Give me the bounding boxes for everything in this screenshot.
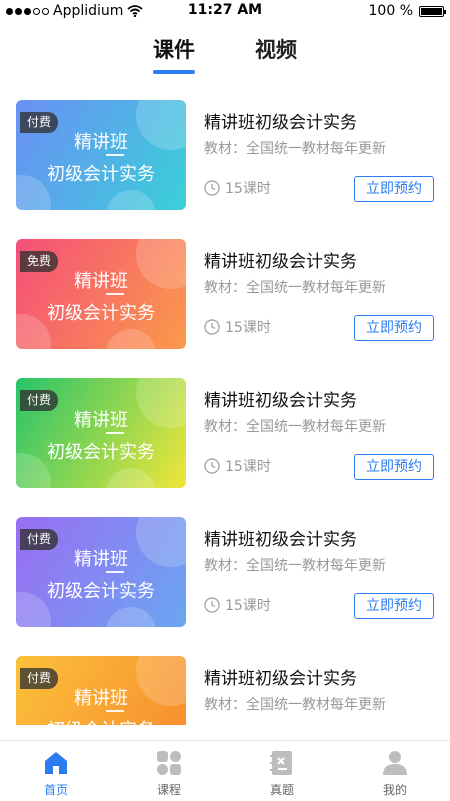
course-textbook: 教材：全国统一教材每年更新 (204, 558, 386, 574)
course-hours: 15课时 (204, 317, 271, 337)
clock-icon (204, 319, 220, 335)
active-tab-indicator (153, 70, 195, 74)
thumbnail-title-line2: 初级会计实务 (16, 716, 186, 725)
reserve-button[interactable]: 立即预约 (354, 176, 434, 202)
battery-icon (419, 5, 446, 17)
nav-item-courses[interactable]: 课程 (113, 741, 225, 801)
home-icon (45, 752, 67, 774)
nav-item-home[interactable]: 首页 (0, 741, 112, 801)
course-hours-label: 15课时 (225, 181, 271, 197)
nav-label-home: 首页 (43, 783, 68, 797)
thumbnail-divider (106, 293, 124, 295)
course-title[interactable]: 精讲班初级会计实务 (204, 108, 357, 133)
tab-video[interactable]: 视频 (255, 34, 297, 64)
course-card[interactable]: 付费 精讲班 初级会计实务 精讲班初级会计实务 教材：全国统一教材每年更新 15… (0, 517, 450, 627)
thumbnail-title-line1: 精讲班 (74, 688, 128, 709)
battery-percent: 100 % (368, 3, 413, 19)
reserve-button[interactable]: 立即预约 (354, 454, 434, 480)
course-thumbnail[interactable]: 付费 精讲班 初级会计实务 (16, 378, 186, 488)
nav-label-courses: 课程 (156, 783, 181, 797)
course-card[interactable]: 付费 精讲班 初级会计实务 精讲班初级会计实务 教材：全国统一教材每年更新 15… (0, 100, 450, 210)
course-textbook: 教材：全国统一教材每年更新 (204, 141, 386, 157)
course-hours: 15课时 (204, 456, 271, 476)
clock-icon (204, 597, 220, 613)
clock-icon (204, 180, 220, 196)
reserve-button[interactable]: 立即预约 (354, 593, 434, 619)
course-thumbnail[interactable]: 付费 精讲班 初级会计实务 (16, 517, 186, 627)
thumbnail-title-line2: 初级会计实务 (47, 581, 155, 602)
course-hours-label: 15课时 (225, 598, 271, 614)
tab-courseware[interactable]: 课件 (153, 34, 195, 64)
nav-label-profile: 我的 (382, 783, 407, 797)
nav-item-profile[interactable]: 我的 (339, 741, 450, 801)
course-thumbnail[interactable]: 免费 精讲班 初级会计实务 (16, 239, 186, 349)
thumbnail-title-line1: 精讲班 (74, 410, 128, 431)
course-card[interactable]: 付费 精讲班 初级会计实务 精讲班初级会计实务 教材：全国统一教材每年更新 15… (0, 378, 450, 488)
nav-item-exams[interactable]: 真题 (226, 741, 338, 801)
course-title[interactable]: 精讲班初级会计实务 (204, 386, 357, 411)
thumbnail-divider (106, 154, 124, 156)
course-thumbnail[interactable]: 付费 精讲班 初级会计实务 (16, 100, 186, 210)
course-textbook: 教材：全国统一教材每年更新 (204, 419, 386, 435)
course-textbook: 教材：全国统一教材每年更新 (204, 280, 386, 296)
thumbnail-title-line2: 初级会计实务 (47, 164, 155, 185)
course-title[interactable]: 精讲班初级会计实务 (204, 247, 357, 272)
thumbnail-divider (106, 571, 124, 573)
course-card[interactable]: 付费 精讲班 初级会计实务 精讲班初级会计实务 教材：全国统一教材每年更新 15… (0, 656, 450, 725)
reserve-button[interactable]: 立即预约 (354, 315, 434, 341)
grid-icon (157, 751, 181, 775)
course-hours: 15课时 (204, 178, 271, 198)
status-right: 100 % (368, 3, 446, 19)
thumbnail-title-line1: 精讲班 (74, 132, 128, 153)
course-card[interactable]: 免费 精讲班 初级会计实务 精讲班初级会计实务 教材：全国统一教材每年更新 15… (0, 239, 450, 349)
course-textbook: 教材：全国统一教材每年更新 (204, 697, 386, 713)
course-title[interactable]: 精讲班初级会计实务 (204, 525, 357, 550)
notebook-icon (270, 751, 292, 775)
thumbnail-title-line1: 精讲班 (74, 271, 128, 292)
content-tabs: 课件 视频 (0, 34, 450, 84)
course-list[interactable]: 付费 精讲班 初级会计实务 精讲班初级会计实务 教材：全国统一教材每年更新 15… (0, 100, 450, 725)
thumbnail-divider (106, 432, 124, 434)
bottom-nav: 首页 课程 真题 我的 (0, 740, 450, 801)
course-thumbnail[interactable]: 付费 精讲班 初级会计实务 (16, 656, 186, 725)
course-hours: 15课时 (204, 595, 271, 615)
battery-fill (421, 7, 442, 15)
status-bar: Applidium 11:27 AM 100 % (0, 0, 450, 22)
thumbnail-title-line1: 精讲班 (74, 549, 128, 570)
thumbnail-divider (106, 710, 124, 712)
clock-icon (204, 458, 220, 474)
course-title[interactable]: 精讲班初级会计实务 (204, 664, 357, 689)
user-icon (383, 751, 407, 775)
thumbnail-title-line2: 初级会计实务 (47, 303, 155, 324)
course-hours-label: 15课时 (225, 459, 271, 475)
course-hours-label: 15课时 (225, 320, 271, 336)
nav-label-exams: 真题 (269, 783, 294, 797)
thumbnail-title-line2: 初级会计实务 (47, 442, 155, 463)
